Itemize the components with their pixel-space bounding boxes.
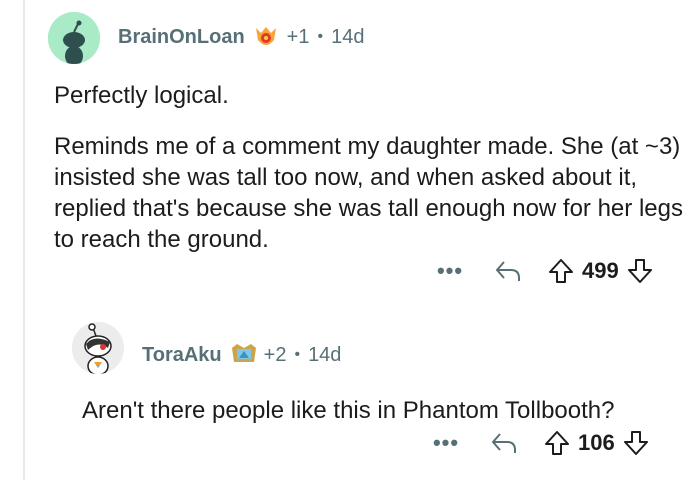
- vote-score: 106: [578, 430, 615, 455]
- separator-dot: •: [294, 346, 301, 363]
- upvote-icon: [545, 431, 569, 455]
- avatar[interactable]: [48, 12, 100, 64]
- upvote-button[interactable]: [548, 258, 574, 284]
- avatar[interactable]: [72, 322, 124, 374]
- more-options-button[interactable]: •••: [433, 430, 458, 456]
- comment-age: 14d: [331, 25, 365, 48]
- reply-icon: [496, 261, 520, 281]
- author-name[interactable]: ToraAku: [142, 344, 222, 367]
- upvote-button[interactable]: [544, 430, 570, 456]
- more-options-button[interactable]: •••: [437, 258, 462, 284]
- snoo-avatar-icon: [72, 322, 124, 374]
- reply-button[interactable]: [490, 431, 518, 455]
- comment-meta: BrainOnLoan +1 • 14d: [118, 24, 364, 50]
- downvote-button[interactable]: [623, 430, 649, 456]
- downvote-button[interactable]: [627, 258, 653, 284]
- award-flair-icon: [230, 342, 256, 368]
- reply-icon: [492, 433, 516, 453]
- reply-button[interactable]: [494, 259, 522, 283]
- downvote-icon: [623, 431, 648, 455]
- comment-toraaku: ToraAku +2 • 14d Aren't there people lik…: [60, 300, 700, 480]
- comment-meta: ToraAku +2 • 14d: [142, 342, 341, 368]
- comment-paragraph: Perfectly logical.: [54, 82, 229, 109]
- award-count: +2: [263, 343, 287, 366]
- comment-brainonloan: BrainOnLoan +1 • 14d Perfectly logical. …: [0, 0, 700, 300]
- separator-dot: •: [317, 28, 324, 45]
- comment-actions: ••• 499: [437, 258, 653, 284]
- author-name[interactable]: BrainOnLoan: [118, 26, 245, 49]
- vote-score: 499: [582, 258, 619, 283]
- snoo-avatar-icon: [48, 12, 100, 64]
- comment-actions: ••• 106: [433, 430, 649, 456]
- comment-paragraph: Reminds me of a comment my daughter made…: [54, 133, 683, 253]
- downvote-icon: [627, 259, 652, 283]
- upvote-icon: [549, 259, 573, 283]
- award-flair-icon: [253, 24, 279, 50]
- award-count: +1: [286, 25, 310, 48]
- comment-paragraph: Aren't there people like this in Phantom…: [82, 397, 615, 424]
- comment-age: 14d: [308, 343, 342, 366]
